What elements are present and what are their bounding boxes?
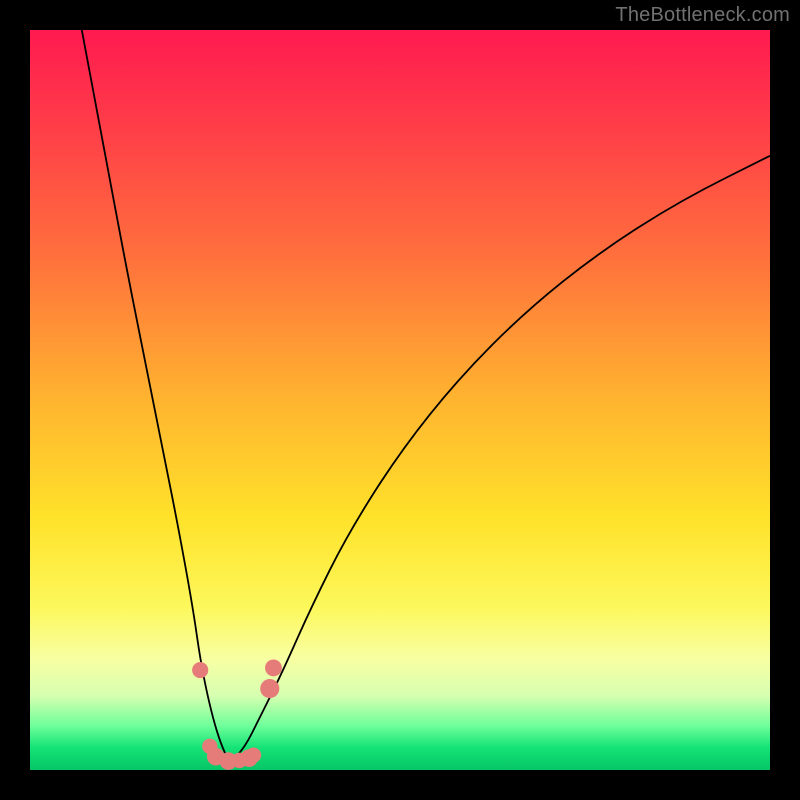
curve-left-branch xyxy=(82,30,230,763)
plot-area xyxy=(30,30,770,770)
marker-dot xyxy=(265,659,282,676)
curve-right-branch xyxy=(230,156,770,763)
markers-group xyxy=(192,659,282,769)
marker-dot xyxy=(246,748,261,763)
chart-svg xyxy=(30,30,770,770)
chart-frame: TheBottleneck.com xyxy=(0,0,800,800)
marker-dot xyxy=(192,662,208,678)
watermark-text: TheBottleneck.com xyxy=(615,4,790,27)
marker-dot xyxy=(260,679,279,698)
